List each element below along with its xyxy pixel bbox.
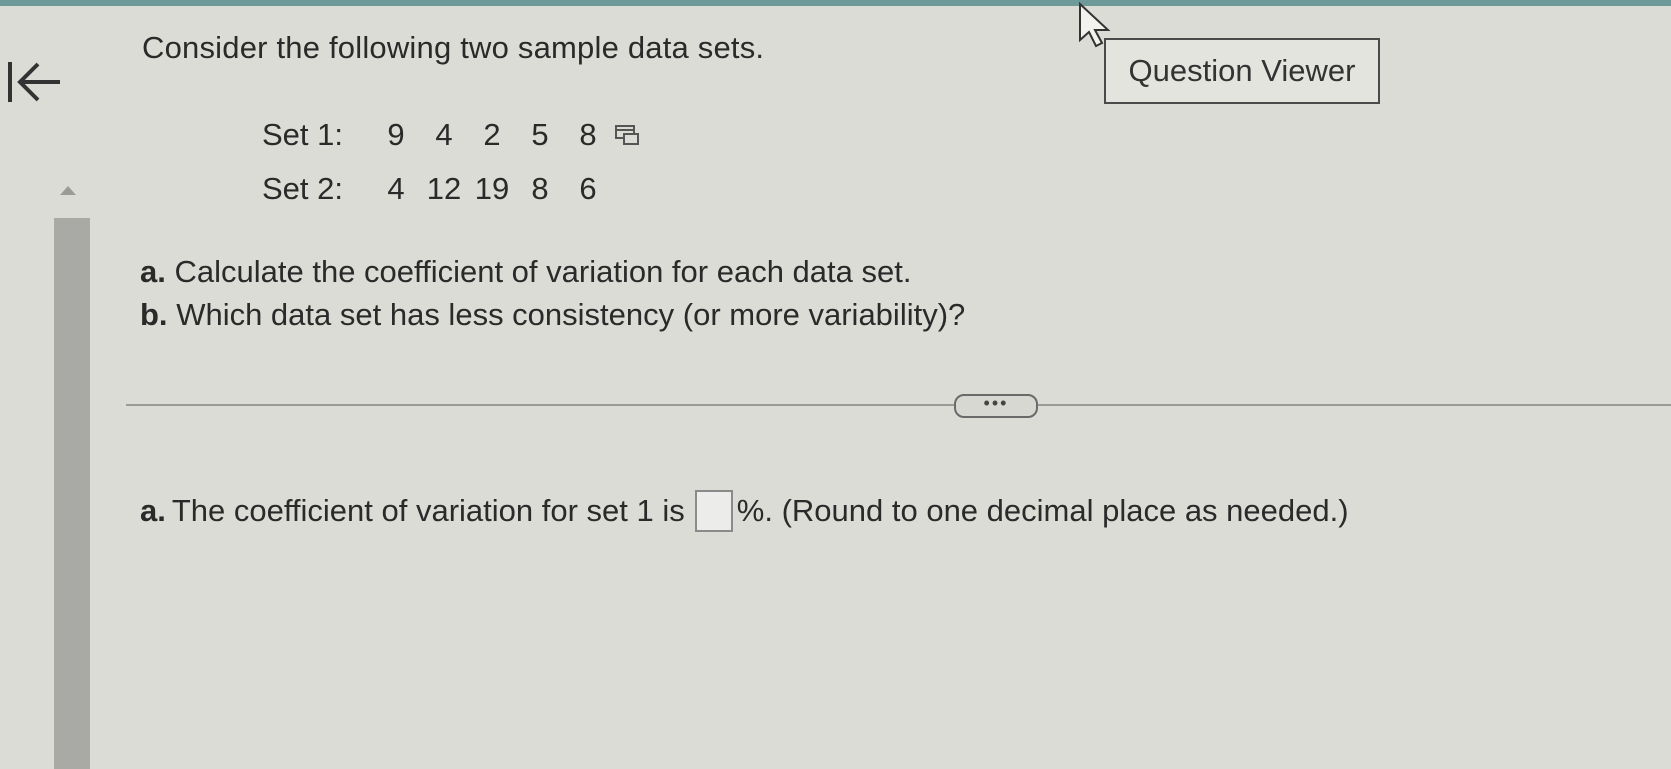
expand-handle-button[interactable]: ••• [954,394,1038,418]
part-prefix: a. [140,254,166,289]
data-value: 2 [483,117,501,152]
answer-prefix: a. [140,493,166,528]
answer-part-a: a. The coefficient of variation for set … [140,490,1349,532]
answer-text-after: %. (Round to one decimal place as needed… [736,493,1349,528]
data-value: 19 [474,171,510,206]
scrollbar-thumb[interactable] [54,218,90,769]
data-value: 12 [426,171,462,206]
answer-text-before: The coefficient of variation for set 1 i… [171,493,685,528]
question-part-a: a. Calculate the coefficient of variatio… [140,254,911,290]
back-to-start-icon [8,62,60,102]
back-to-start-button[interactable] [6,58,64,106]
data-value: 4 [435,117,453,152]
part-text: Which data set has less consistency (or … [176,297,966,332]
data-value: 4 [387,171,405,206]
part-text: Calculate the coefficient of variation f… [174,254,912,289]
window-top-edge [0,0,1671,6]
data-set-label: Set 1: [262,117,343,152]
question-intro: Consider the following two sample data s… [142,30,765,65]
part-prefix: b. [140,297,168,332]
data-set-1-row: Set 1: 9 4 2 5 8 [262,117,612,153]
question-part-b: b. Which data set has less consistency (… [140,297,965,333]
data-set-label: Set 2: [262,171,343,206]
data-value: 8 [531,171,549,206]
data-value: 8 [579,117,597,152]
data-set-2-row: Set 2: 4 12 19 8 6 [262,171,612,207]
scroll-up-arrow-icon[interactable] [60,186,76,195]
data-value: 6 [579,171,597,206]
question-viewer-button[interactable]: Question Viewer [1104,38,1380,104]
data-value: 9 [387,117,405,152]
section-divider [126,404,1671,406]
copy-data-icon [615,125,639,145]
copy-data-button[interactable] [614,124,642,151]
answer-input-field[interactable] [694,490,733,532]
vertical-scrollbar[interactable] [54,186,90,769]
data-value: 5 [531,117,549,152]
mouse-pointer-icon [1079,2,1111,48]
